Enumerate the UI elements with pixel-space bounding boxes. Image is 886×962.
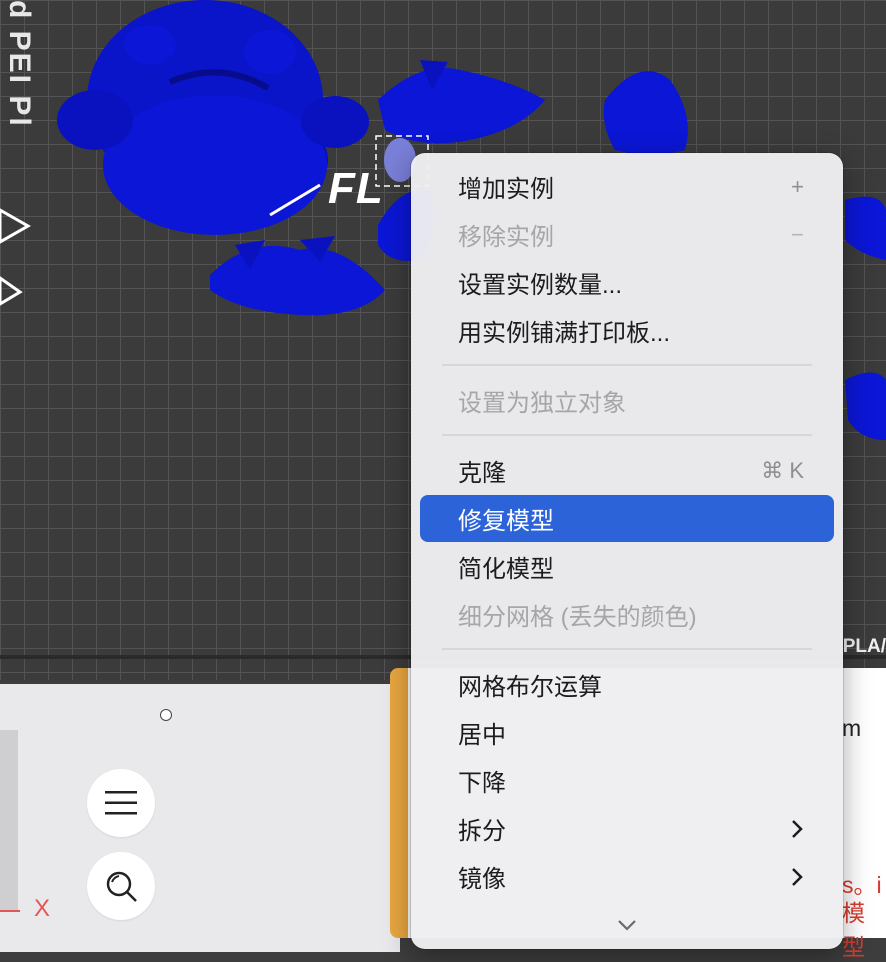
frog-leg-model[interactable]	[210, 236, 385, 316]
plate-label: d PEI Pl	[3, 0, 36, 128]
context-menu: 增加实例 + 移除实例 − 设置实例数量... 用实例铺满打印板... 设置为独…	[411, 153, 843, 949]
menu-item-label: 细分网格 (丢失的颜色)	[458, 604, 697, 631]
chevron-right-icon	[790, 818, 804, 840]
menu-item-label: 修复模型	[458, 508, 554, 535]
plate-marker	[0, 276, 23, 306]
chevron-right-icon	[790, 866, 804, 888]
frog-leg-model[interactable]	[378, 60, 545, 144]
menu-item-repair-model[interactable]: 修复模型	[420, 495, 834, 542]
frog-head-model[interactable]	[57, 0, 369, 235]
plate-brand-logo: FL	[328, 164, 384, 213]
menu-item-drop[interactable]: 下降	[420, 757, 834, 804]
axis-x-label: X	[34, 895, 51, 922]
menu-item-split[interactable]: 拆分	[420, 805, 834, 852]
menu-item-label: 设置为独立对象	[458, 390, 626, 417]
frog-foot-model[interactable]	[845, 196, 886, 440]
plate-marker	[0, 208, 32, 244]
menu-item-remove-instance: 移除实例 −	[420, 211, 834, 258]
search-icon	[106, 871, 137, 902]
menu-item-label: 设置实例数量...	[458, 272, 623, 299]
bottom-panel	[0, 684, 400, 952]
menu-item-clone[interactable]: 克隆 ⌘ K	[420, 447, 834, 494]
menu-item-subdivide-mesh: 细分网格 (丢失的颜色)	[420, 591, 834, 638]
menu-scroll-down[interactable]	[613, 913, 641, 937]
menu-item-label: 移除实例	[458, 224, 554, 251]
plate-material-label: PLA/	[842, 636, 886, 657]
menu-item-simplify-model[interactable]: 简化模型	[420, 543, 834, 590]
menu-item-label: 克隆	[458, 460, 506, 487]
menu-item-fill-plate[interactable]: 用实例铺满打印板...	[420, 307, 834, 354]
chevron-down-icon	[618, 920, 636, 931]
menu-separator	[442, 364, 812, 366]
notice-text: m	[842, 715, 862, 741]
frog-body-model[interactable]	[603, 71, 688, 155]
menu-item-label: 简化模型	[458, 556, 554, 583]
menu-item-add-instance[interactable]: 增加实例 +	[420, 163, 834, 210]
menu-item-label: 网格布尔运算	[458, 674, 602, 701]
axis-x-line	[0, 910, 20, 912]
search-button[interactable]	[87, 852, 155, 920]
menu-item-label: 镜像	[458, 866, 506, 893]
panel-strip	[0, 730, 18, 910]
menu-separator	[442, 648, 812, 650]
menu-item-mirror[interactable]: 镜像	[420, 853, 834, 900]
menu-item-center[interactable]: 居中	[420, 709, 834, 756]
menu-item-label: 下降	[458, 770, 506, 797]
menu-item-label: 拆分	[458, 818, 506, 845]
menu-item-shortcut: ⌘ K	[761, 457, 804, 483]
menu-item-mesh-boolean[interactable]: 网格布尔运算	[420, 661, 834, 708]
menu-item-set-instance-count[interactable]: 设置实例数量...	[420, 259, 834, 306]
hamburger-menu-icon	[105, 791, 137, 815]
dot-icon	[160, 709, 172, 721]
menu-item-set-as-object: 设置为独立对象	[420, 377, 834, 424]
menu-item-label: 用实例铺满打印板...	[458, 320, 671, 347]
menu-item-shortcut: +	[791, 173, 804, 199]
menu-item-shortcut: −	[791, 221, 804, 247]
menu-item-label: 增加实例	[458, 176, 554, 203]
menu-separator	[442, 434, 812, 436]
menu-button[interactable]	[87, 769, 155, 837]
menu-item-label: 居中	[458, 722, 506, 749]
